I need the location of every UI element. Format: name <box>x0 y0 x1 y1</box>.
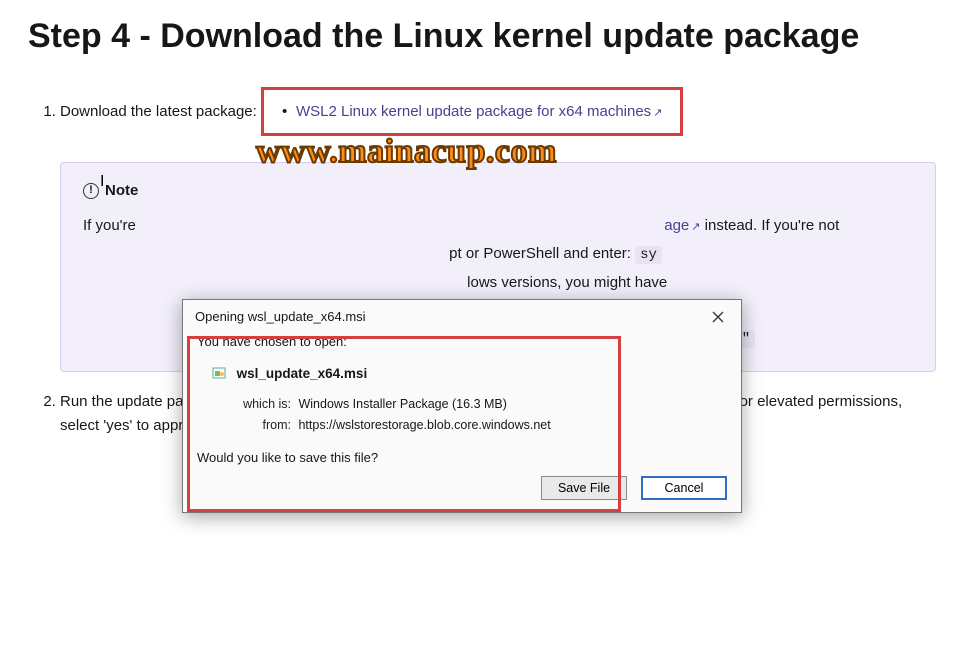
external-link-icon: ↗ <box>651 107 662 119</box>
save-file-button[interactable]: Save File <box>541 476 627 500</box>
note-label: Note <box>105 179 138 202</box>
dialog-title: Opening wsl_update_x64.msi <box>195 307 366 327</box>
external-link-icon: ↗ <box>689 221 700 233</box>
download-link-highlight: WSL2 Linux kernel update package for x64… <box>261 87 683 136</box>
close-icon <box>712 311 724 323</box>
from-value: https://wslstorestorage.blob.core.window… <box>298 418 550 432</box>
step-1-intro: Download the latest package: <box>60 103 257 120</box>
from-label: from: <box>231 416 291 435</box>
note-title: ! Note <box>83 179 915 202</box>
dialog-titlebar: Opening wsl_update_x64.msi <box>183 300 741 332</box>
info-icon: ! <box>83 183 99 199</box>
dialog-buttons: Save File Cancel <box>183 470 741 512</box>
which-is-value: Windows Installer Package (16.3 MB) <box>298 397 506 411</box>
dialog-subheading: You have chosen to open: <box>183 332 741 356</box>
note-text: instead. If you're not <box>705 217 840 234</box>
note-link-text: age <box>664 217 689 234</box>
installer-icon <box>211 365 227 381</box>
cancel-button[interactable]: Cancel <box>641 476 727 500</box>
close-button[interactable] <box>705 306 731 328</box>
save-file-dialog: Opening wsl_update_x64.msi You have chos… <box>182 299 742 513</box>
download-link-text: WSL2 Linux kernel update package for x64… <box>296 103 651 120</box>
code-systeminfo: sy <box>635 246 662 264</box>
dialog-question: Would you like to save this file? <box>183 438 741 470</box>
which-is-label: which is: <box>231 395 291 414</box>
note-text: lows versions, you might have <box>467 274 667 291</box>
dialog-details: which is: Windows Installer Package (16.… <box>183 389 741 436</box>
step-heading: Step 4 - Download the Linux kernel updat… <box>28 16 936 57</box>
note-text: If you're <box>83 217 140 234</box>
note-text: pt or PowerShell and enter: <box>449 245 635 262</box>
note-link[interactable]: age↗ <box>664 217 700 234</box>
download-link[interactable]: WSL2 Linux kernel update package for x64… <box>296 103 662 120</box>
dialog-file-name: wsl_update_x64.msi <box>237 366 368 381</box>
